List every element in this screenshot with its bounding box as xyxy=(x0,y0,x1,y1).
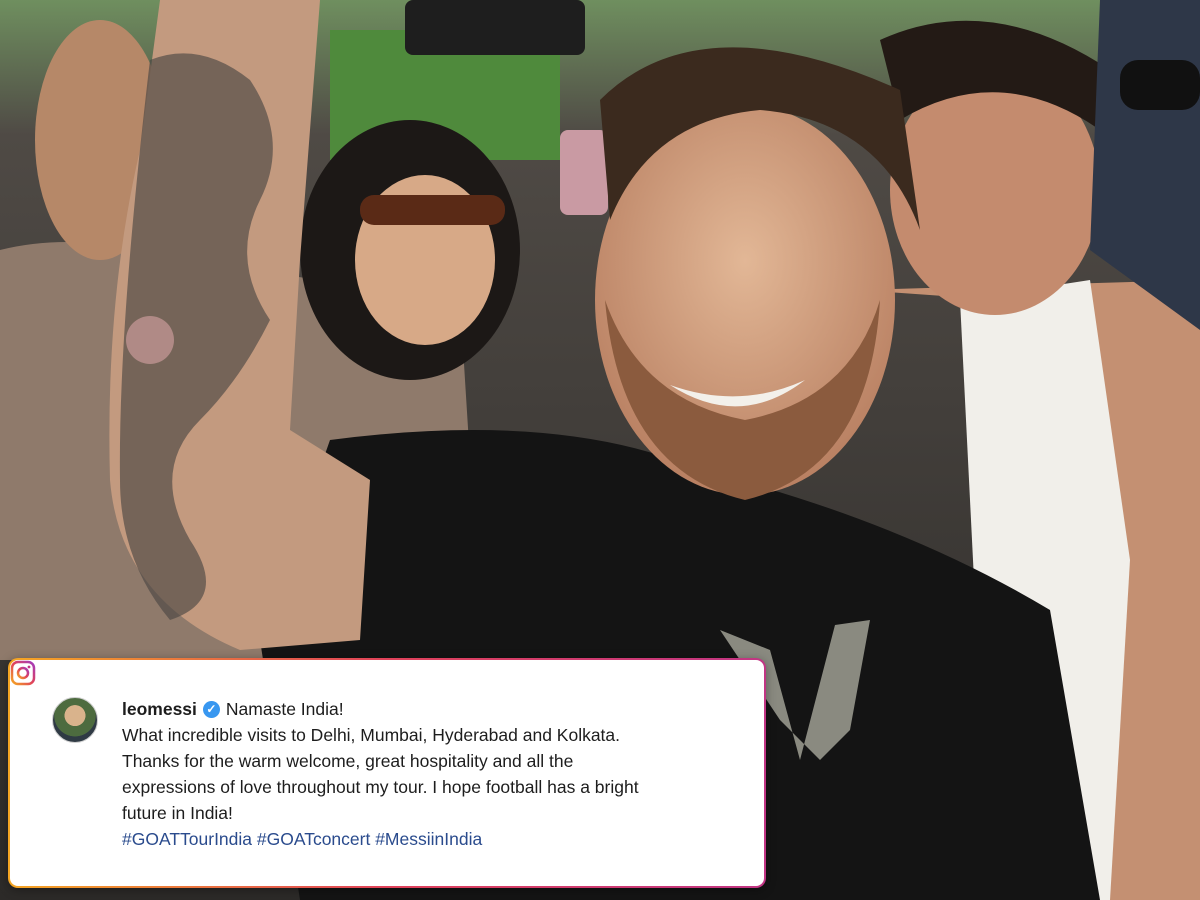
caption-line-3: expressions of love throughout my tour. … xyxy=(122,777,639,797)
post-header-line: leomessi ✓ Namaste India! xyxy=(122,696,732,722)
instagram-post-card: leomessi ✓ Namaste India! What incredibl… xyxy=(8,658,766,888)
sunglasses xyxy=(360,195,505,225)
instagram-icon xyxy=(10,660,36,686)
caption-line-1: What incredible visits to Delhi, Mumbai,… xyxy=(122,725,621,745)
post-caption: leomessi ✓ Namaste India! What incredibl… xyxy=(122,696,732,852)
phone xyxy=(560,130,608,215)
hashtags[interactable]: #GOATTourIndia #GOATconcert #MessiinIndi… xyxy=(122,826,732,852)
verified-badge-icon: ✓ xyxy=(202,700,220,718)
caption-line-2: Thanks for the warm welcome, great hospi… xyxy=(122,751,574,771)
suit-person-sunglasses xyxy=(1120,60,1200,110)
username[interactable]: leomessi xyxy=(122,696,197,722)
greeting-text: Namaste India! xyxy=(225,699,344,719)
tattoo-flower xyxy=(126,316,174,364)
photo-scene: leomessi ✓ Namaste India! What incredibl… xyxy=(0,0,1200,900)
avatar xyxy=(52,697,98,743)
camera xyxy=(405,0,585,55)
caption-line-4: future in India! xyxy=(122,803,233,823)
